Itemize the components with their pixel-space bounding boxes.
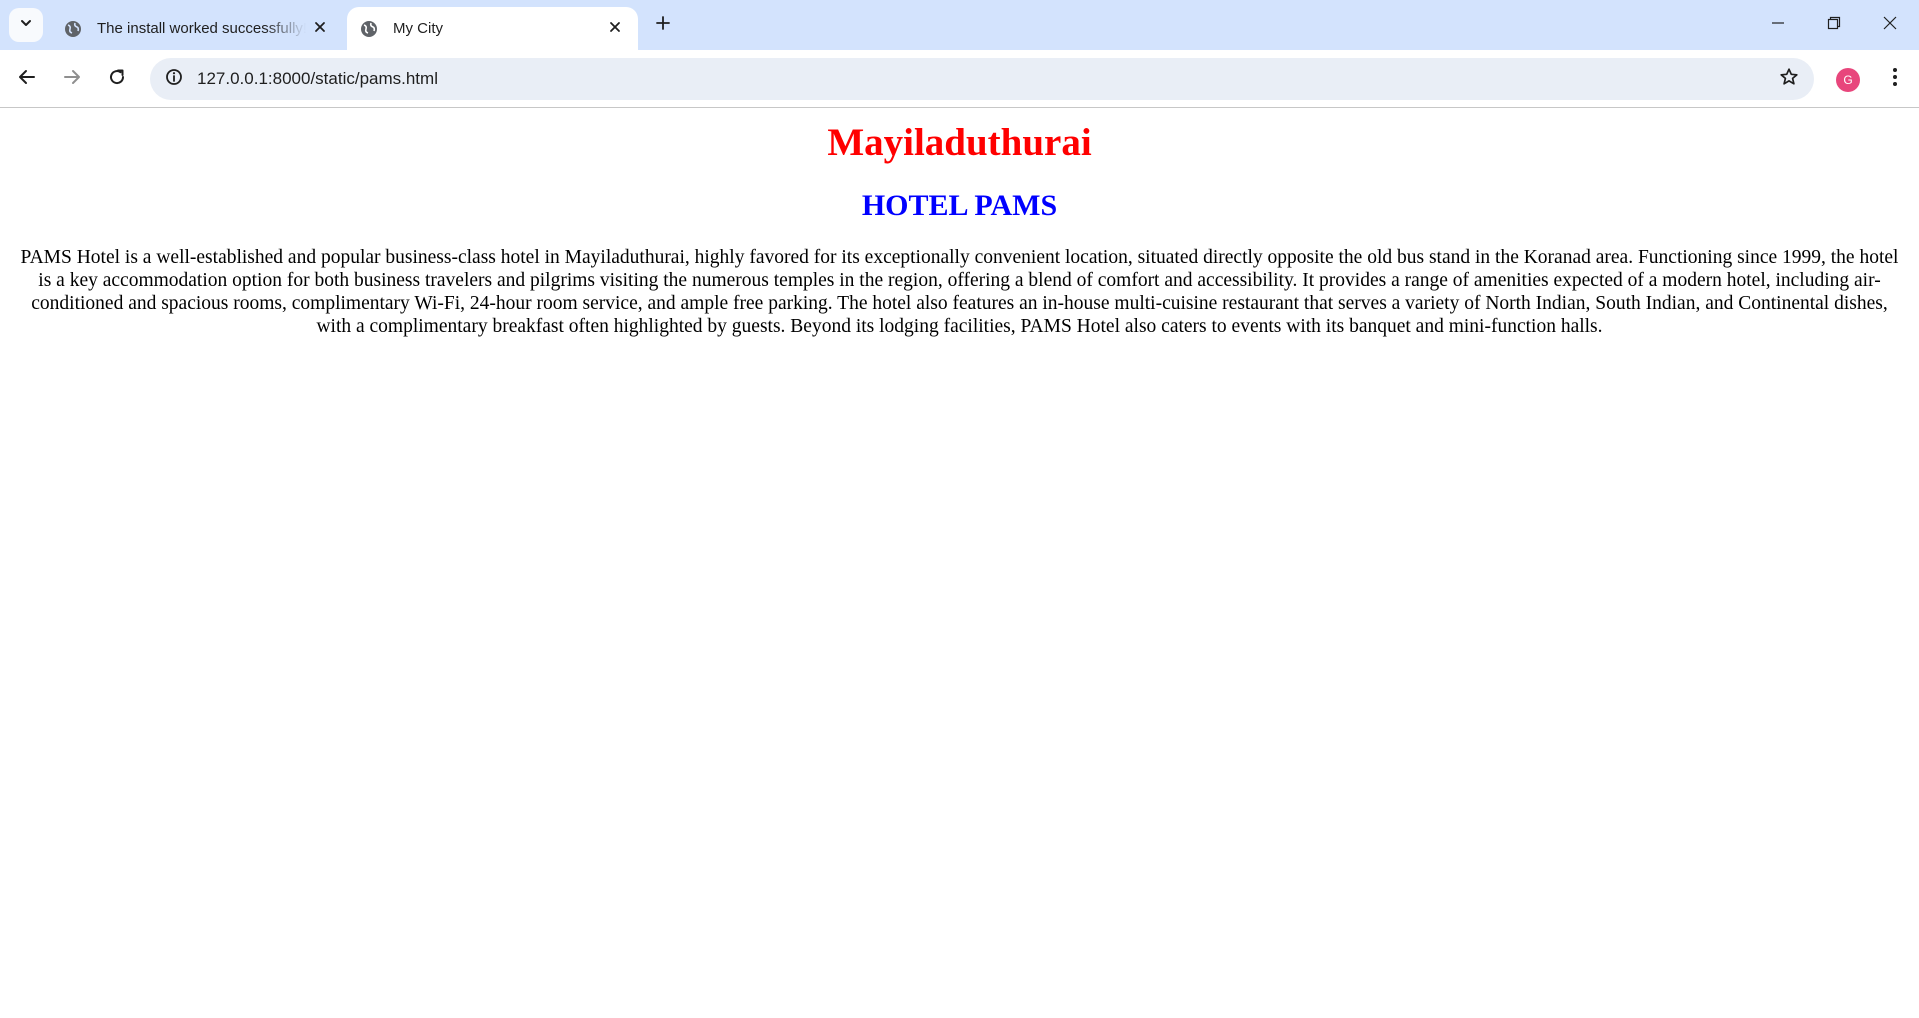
minimize-icon [1771,16,1785,35]
tab-close-button[interactable] [601,15,629,43]
page-title: Mayiladuthurai [827,121,1092,164]
forward-button[interactable] [53,60,91,98]
url-text[interactable]: 127.0.0.1:8000/static/pams.html [197,58,438,100]
tab-my-city[interactable]: My City [347,7,638,50]
hotel-heading: HOTEL PAMS [861,189,1058,222]
star-icon [1779,67,1799,92]
restore-button[interactable] [1806,0,1862,50]
globe-icon [63,19,83,39]
tab-title: The install worked successfully! Congrat… [97,20,306,37]
tab-install-worked[interactable]: The install worked successfully! Congrat… [50,7,343,50]
minimize-button[interactable] [1750,0,1806,50]
profile-avatar[interactable]: G [1836,68,1860,92]
arrow-right-icon [63,68,81,91]
browser-toolbar: 127.0.0.1:8000/static/pams.html G [0,50,1919,108]
avatar-initial: G [1843,73,1853,87]
globe-icon [359,19,379,39]
bookmark-button[interactable] [1773,63,1805,95]
back-button[interactable] [8,60,46,98]
browser-menu-button[interactable] [1878,62,1912,96]
hotel-description: PAMS Hotel is a well-established and pop… [20,247,1899,337]
address-bar[interactable]: 127.0.0.1:8000/static/pams.html [150,58,1814,100]
info-icon [165,68,183,91]
close-icon [1883,16,1897,35]
kebab-menu-icon [1892,67,1898,92]
site-info-button[interactable] [158,63,190,95]
new-tab-button[interactable] [648,10,678,40]
close-window-button[interactable] [1862,0,1918,50]
chevron-down-icon [19,16,33,35]
restore-icon [1827,16,1841,35]
close-icon [314,20,326,37]
close-icon [609,20,621,37]
reload-icon [108,68,126,91]
tab-title: My City [393,20,443,37]
tab-strip: The install worked successfully! Congrat… [0,0,1919,50]
reload-button[interactable] [98,60,136,98]
tab-close-button[interactable] [306,15,334,43]
plus-icon [655,15,671,36]
arrow-left-icon [18,68,36,91]
tab-search-button[interactable] [9,8,43,42]
page-viewport: Mayiladuthurai HOTEL PAMS PAMS Hotel is … [0,109,1919,1018]
